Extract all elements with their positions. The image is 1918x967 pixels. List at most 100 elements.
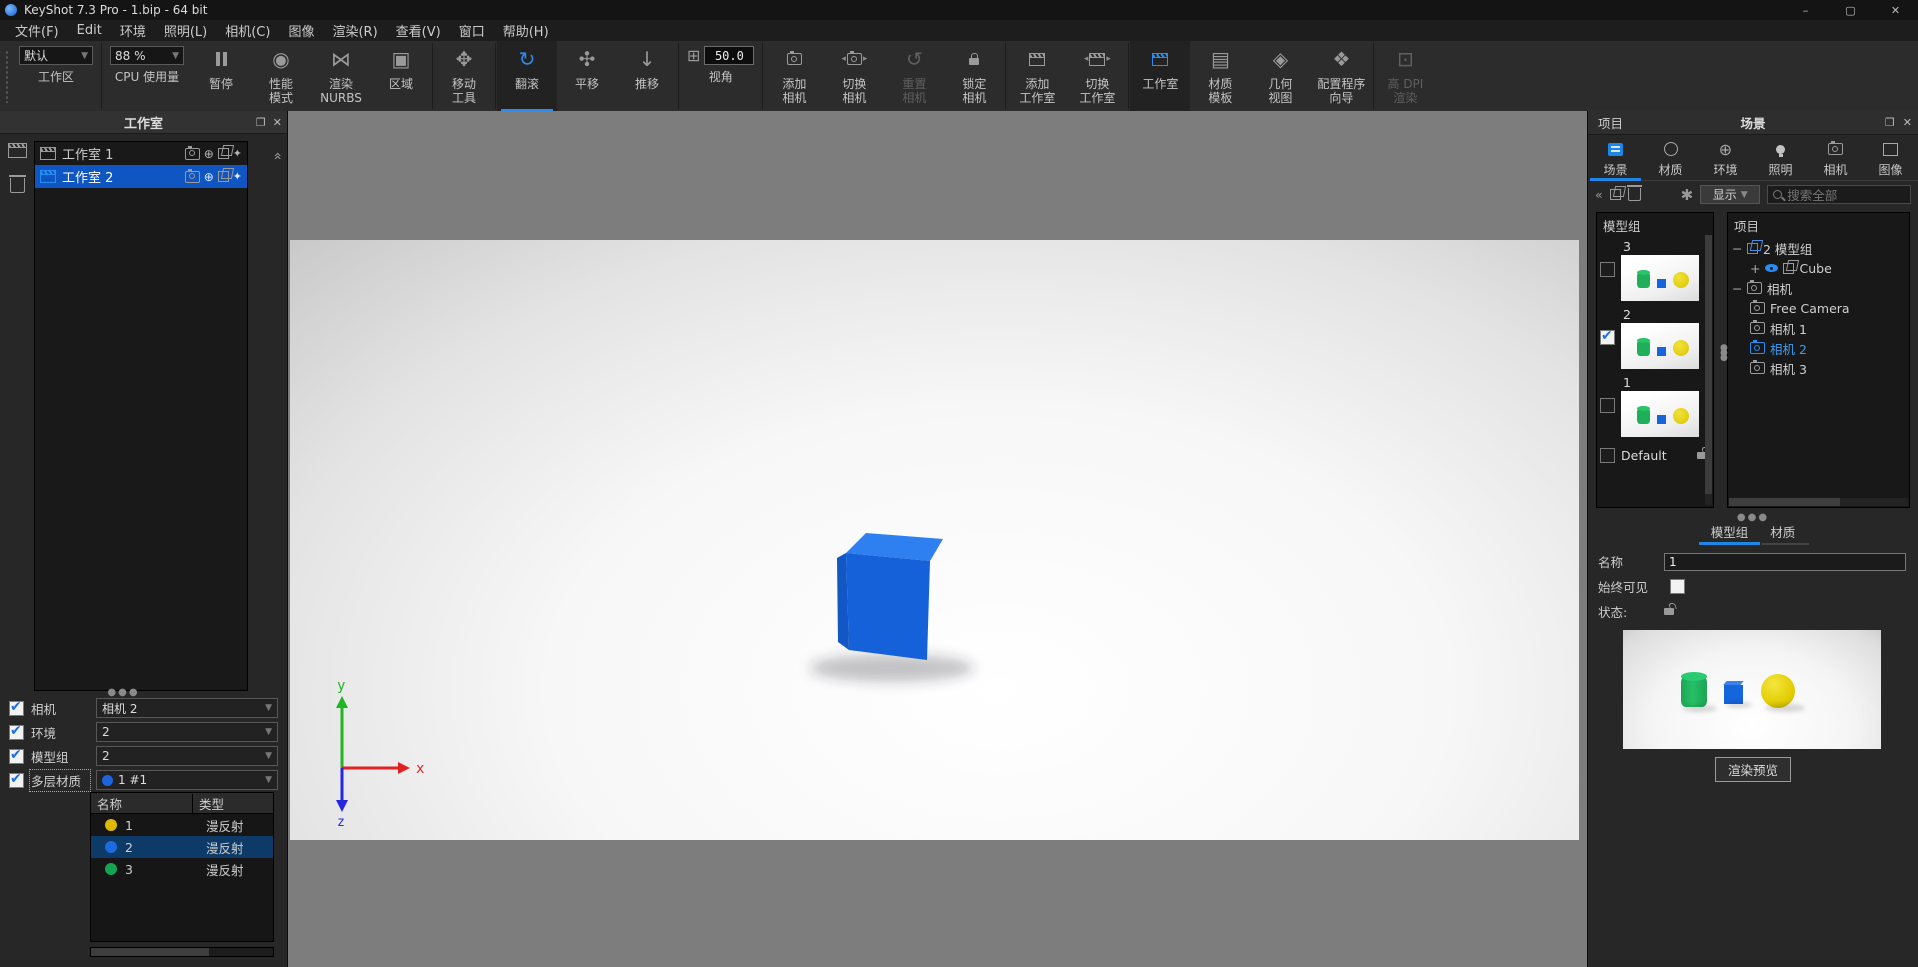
- menu-camera[interactable]: 相机(C): [216, 19, 279, 42]
- tree-node-camera-3[interactable]: 相机 3: [1728, 358, 1909, 378]
- model-set-item[interactable]: 1: [1597, 374, 1713, 442]
- performance-mode-button[interactable]: ◉ 性能 模式: [251, 41, 311, 111]
- delete-studio-icon[interactable]: [8, 175, 26, 197]
- toolbar-grip[interactable]: [2, 49, 12, 103]
- float-panel-icon[interactable]: ❐: [1885, 116, 1895, 129]
- studio-panel-button[interactable]: 工作室: [1130, 41, 1191, 111]
- pause-button[interactable]: 暂停: [191, 41, 251, 111]
- minimize-button[interactable]: –: [1783, 0, 1828, 20]
- column-splitter-handle[interactable]: ● ● ●: [1720, 344, 1728, 363]
- menu-environment[interactable]: 环境: [111, 19, 155, 42]
- menu-image[interactable]: 图像: [279, 19, 323, 42]
- menu-edit[interactable]: Edit: [68, 21, 111, 40]
- menu-window[interactable]: 窗口: [450, 19, 494, 42]
- model-set-checkbox[interactable]: [9, 747, 24, 764]
- maximize-button[interactable]: ▢: [1828, 0, 1873, 20]
- workspace-dropdown[interactable]: 默认 ▼: [19, 46, 93, 65]
- material-table-row[interactable]: 1 漫反射: [91, 814, 273, 836]
- gear-icon[interactable]: ✱: [1681, 186, 1694, 204]
- tab-scene[interactable]: 场景: [1588, 135, 1643, 181]
- horizontal-scrollbar[interactable]: [90, 947, 274, 957]
- menu-view[interactable]: 查看(V): [387, 19, 450, 42]
- configurator-wizard-button[interactable]: ❖ 配置程序 向导: [1310, 41, 1372, 111]
- tree-node-camera-1[interactable]: 相机 1: [1728, 318, 1909, 338]
- move-tool-button[interactable]: ✥ 移动 工具: [434, 41, 494, 111]
- menu-help[interactable]: 帮助(H): [494, 19, 558, 42]
- menu-file[interactable]: 文件(F): [6, 19, 68, 42]
- fov-input[interactable]: [704, 46, 755, 65]
- delete-icon[interactable]: [1626, 185, 1642, 201]
- collapse-node-icon[interactable]: −: [1732, 281, 1742, 296]
- material-table-row[interactable]: 3 漫反射: [91, 858, 273, 880]
- model-set-checkbox[interactable]: [1600, 448, 1615, 463]
- tab-lighting[interactable]: 照明: [1753, 135, 1808, 180]
- model-set-checkbox[interactable]: [1600, 262, 1615, 277]
- geometry-view-button[interactable]: ◈ 几何 视图: [1250, 41, 1310, 111]
- close-panel-icon[interactable]: ✕: [1903, 116, 1912, 129]
- tab-material[interactable]: 材质: [1643, 135, 1698, 180]
- menu-lighting[interactable]: 照明(L): [155, 19, 216, 42]
- material-template-button[interactable]: ▤ 材质 模板: [1190, 41, 1250, 111]
- cpu-usage-dropdown[interactable]: 88 % ▼: [110, 46, 184, 65]
- model-set-item[interactable]: 3: [1597, 238, 1713, 306]
- tab-image[interactable]: 图像: [1863, 135, 1918, 180]
- add-studio-icon[interactable]: [7, 143, 27, 162]
- collapse-all-icon[interactable]: «: [270, 152, 286, 159]
- tumble-button[interactable]: ↻ 翻滚: [497, 41, 557, 111]
- model-set-item-active[interactable]: 2: [1597, 306, 1713, 374]
- name-input[interactable]: [1664, 552, 1906, 571]
- horizontal-scrollbar[interactable]: [1729, 498, 1908, 506]
- close-panel-icon[interactable]: ✕: [273, 116, 282, 129]
- project-side-tab[interactable]: 项目: [1588, 113, 1633, 132]
- collapse-node-icon[interactable]: −: [1732, 241, 1742, 256]
- state-lock-icon[interactable]: [1664, 608, 1674, 615]
- region-button[interactable]: ▣ 区域: [371, 41, 431, 111]
- tree-node-model-sets[interactable]: − 2 模型组: [1728, 238, 1909, 258]
- vertical-scrollbar[interactable]: [1705, 235, 1712, 505]
- bottom-tab-material[interactable]: 材质: [1762, 520, 1810, 545]
- show-filter-dropdown[interactable]: 显示 ▼: [1700, 185, 1761, 204]
- tree-node-cameras[interactable]: − 相机: [1728, 278, 1909, 298]
- material-table-row-selected[interactable]: 2 漫反射: [91, 836, 273, 858]
- tab-camera[interactable]: 相机: [1808, 135, 1863, 180]
- camera-select[interactable]: 相机 2 ▼: [96, 698, 278, 718]
- render-preview-button[interactable]: 渲染预览: [1714, 757, 1791, 782]
- lock-camera-button[interactable]: 锁定 相机: [944, 41, 1004, 111]
- pan-button[interactable]: ✣ 平移: [557, 41, 617, 111]
- always-visible-checkbox[interactable]: [1670, 579, 1685, 594]
- bottom-tab-model-set[interactable]: 模型组: [1698, 520, 1760, 545]
- tree-node-free-camera[interactable]: Free Camera: [1728, 298, 1909, 318]
- switch-camera-button[interactable]: ◂ ▸ 切换 相机: [824, 41, 884, 111]
- dolly-button[interactable]: ↓ 推移: [617, 41, 677, 111]
- switch-studio-button[interactable]: ◂ ▸ 切换 工作室: [1067, 41, 1127, 111]
- model-set-checkbox[interactable]: [1600, 398, 1615, 413]
- expand-node-icon[interactable]: +: [1750, 261, 1760, 276]
- tree-node-camera-2-selected[interactable]: 相机 2: [1728, 338, 1909, 358]
- search-input[interactable]: 搜索全部: [1767, 185, 1911, 204]
- tree-node-cube[interactable]: + Cube: [1728, 258, 1909, 278]
- add-camera-button[interactable]: 添加 相机: [764, 41, 824, 111]
- menu-render[interactable]: 渲染(R): [323, 19, 386, 42]
- realtime-render-view[interactable]: y x z: [290, 240, 1579, 840]
- collapse-icon[interactable]: «: [1595, 187, 1603, 202]
- name-column-header[interactable]: 名称: [91, 793, 193, 813]
- float-panel-icon[interactable]: ❐: [256, 116, 266, 129]
- add-studio-button[interactable]: 添加 工作室: [1007, 41, 1067, 111]
- model-set-select[interactable]: 2 ▼: [96, 746, 278, 766]
- add-model-set-icon[interactable]: [1609, 189, 1621, 200]
- studio-list-item-selected[interactable]: 工作室 2 ⊕ ✦: [35, 165, 247, 188]
- viewport[interactable]: y x z: [288, 111, 1588, 967]
- model-set-item-default[interactable]: Default: [1597, 442, 1713, 463]
- visibility-eye-icon[interactable]: [1765, 264, 1779, 272]
- multi-material-select[interactable]: 1 #1 ▼: [96, 770, 278, 790]
- environment-select[interactable]: 2 ▼: [96, 722, 278, 742]
- environment-checkbox[interactable]: [9, 723, 24, 740]
- render-nurbs-button[interactable]: ⋈ 渲染 NURBS: [311, 41, 371, 111]
- tab-environment[interactable]: ⊕ 环境: [1698, 135, 1753, 180]
- close-button[interactable]: ✕: [1873, 0, 1918, 20]
- multi-material-checkbox[interactable]: [9, 771, 24, 788]
- model-set-checkbox[interactable]: [1600, 328, 1615, 345]
- studio-list-item[interactable]: 工作室 1 ⊕ ✦: [35, 142, 247, 165]
- camera-checkbox[interactable]: [9, 699, 24, 716]
- type-column-header[interactable]: 类型: [193, 794, 273, 813]
